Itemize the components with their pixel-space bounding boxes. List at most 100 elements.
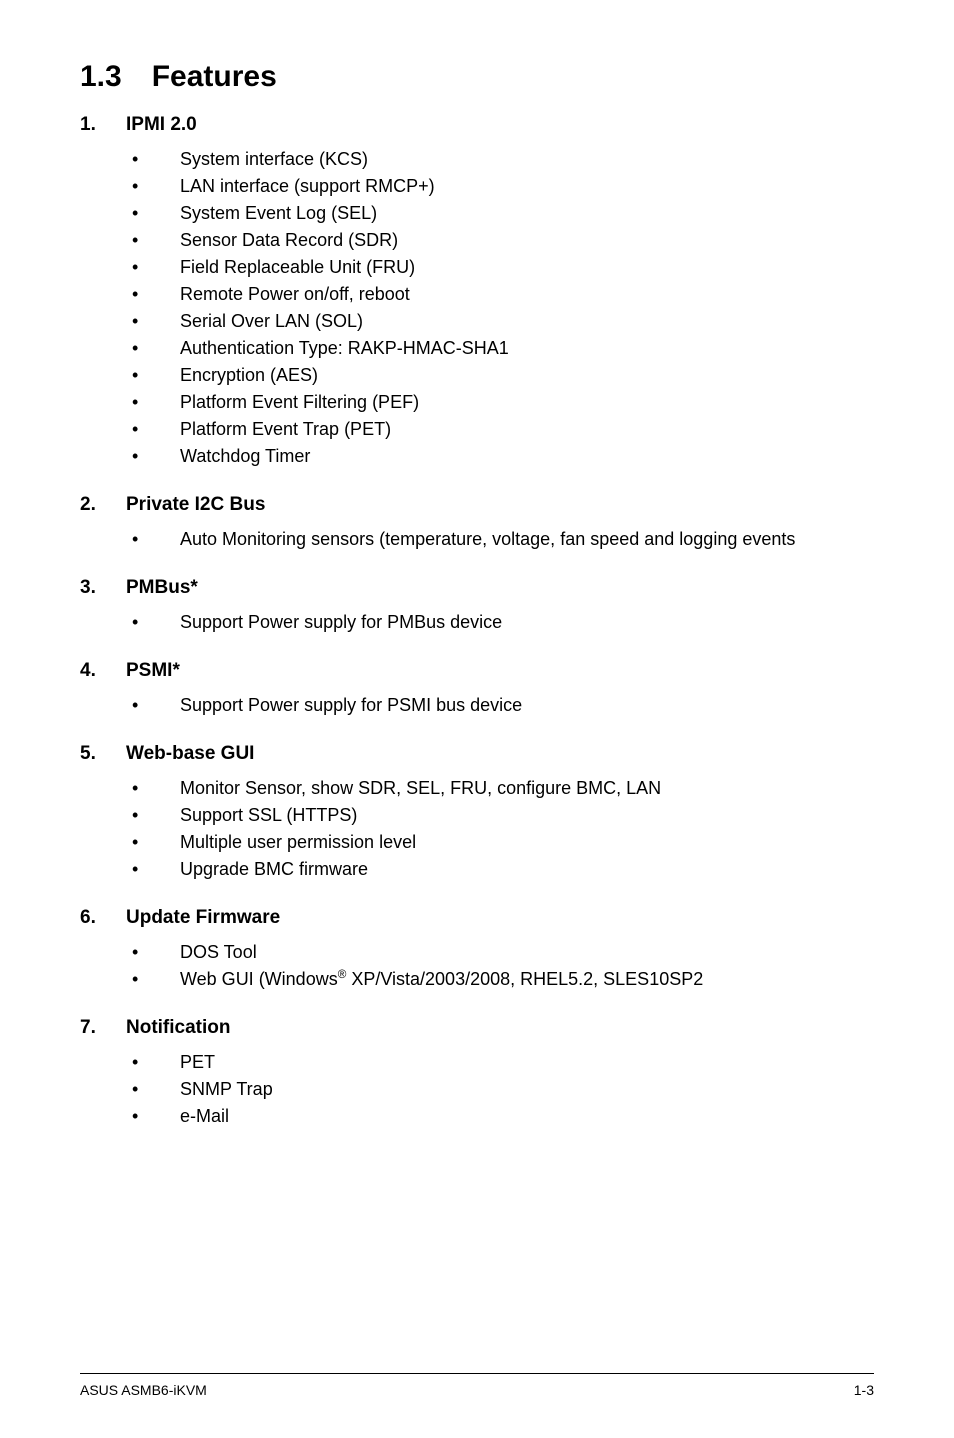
bullet-text: Support SSL (HTTPS) bbox=[180, 802, 874, 829]
features-list: 1.IPMI 2.0•System interface (KCS)•LAN in… bbox=[80, 114, 874, 1130]
section-number: 1.3 bbox=[80, 60, 122, 93]
feature-bullets: •PET•SNMP Trap•e-Mail bbox=[126, 1049, 874, 1130]
list-item: •DOS Tool bbox=[126, 939, 874, 966]
bullet-icon: • bbox=[126, 775, 180, 802]
bullet-icon: • bbox=[126, 856, 180, 883]
bullet-text: Serial Over LAN (SOL) bbox=[180, 308, 874, 335]
bullet-icon: • bbox=[126, 227, 180, 254]
list-item: •Support Power supply for PSMI bus devic… bbox=[126, 692, 874, 719]
feature-title: IPMI 2.0 bbox=[126, 114, 197, 136]
bullet-icon: • bbox=[126, 389, 180, 416]
bullet-text: Support Power supply for PMBus device bbox=[180, 609, 874, 636]
bullet-icon: • bbox=[126, 939, 180, 966]
footer-left: ASUS ASMB6-iKVM bbox=[80, 1382, 207, 1398]
bullet-text: Auto Monitoring sensors (temperature, vo… bbox=[180, 526, 874, 553]
list-item: •Encryption (AES) bbox=[126, 362, 874, 389]
list-item: •Upgrade BMC firmware bbox=[126, 856, 874, 883]
bullet-icon: • bbox=[126, 281, 180, 308]
bullet-icon: • bbox=[126, 692, 180, 719]
feature-bullets: •Monitor Sensor, show SDR, SEL, FRU, con… bbox=[126, 775, 874, 883]
bullet-text: Monitor Sensor, show SDR, SEL, FRU, conf… bbox=[180, 775, 874, 802]
feature-number: 3. bbox=[80, 577, 126, 599]
bullet-icon: • bbox=[126, 443, 180, 470]
feature-title: Private I2C Bus bbox=[126, 494, 265, 516]
bullet-icon: • bbox=[126, 526, 180, 553]
bullet-icon: • bbox=[126, 416, 180, 443]
bullet-text: Encryption (AES) bbox=[180, 362, 874, 389]
bullet-icon: • bbox=[126, 200, 180, 227]
bullet-text: Platform Event Trap (PET) bbox=[180, 416, 874, 443]
bullet-text: SNMP Trap bbox=[180, 1076, 874, 1103]
bullet-text: DOS Tool bbox=[180, 939, 874, 966]
bullet-text: Field Replaceable Unit (FRU) bbox=[180, 254, 874, 281]
bullet-icon: • bbox=[126, 254, 180, 281]
list-item: •Support SSL (HTTPS) bbox=[126, 802, 874, 829]
feature-number: 6. bbox=[80, 907, 126, 929]
list-item: •System interface (KCS) bbox=[126, 146, 874, 173]
bullet-text: e-Mail bbox=[180, 1103, 874, 1130]
feature-number: 1. bbox=[80, 114, 126, 136]
bullet-icon: • bbox=[126, 966, 180, 993]
list-item: •PET bbox=[126, 1049, 874, 1076]
feature-heading: 2.Private I2C Bus bbox=[80, 494, 874, 516]
feature-title: Update Firmware bbox=[126, 907, 280, 929]
bullet-text: System interface (KCS) bbox=[180, 146, 874, 173]
list-item: •Auto Monitoring sensors (temperature, v… bbox=[126, 526, 874, 553]
list-item: •Multiple user permission level bbox=[126, 829, 874, 856]
bullet-text: PET bbox=[180, 1049, 874, 1076]
feature-heading: 6.Update Firmware bbox=[80, 907, 874, 929]
list-item: •Sensor Data Record (SDR) bbox=[126, 227, 874, 254]
feature-bullets: •Auto Monitoring sensors (temperature, v… bbox=[126, 526, 874, 553]
bullet-text: Web GUI (Windows® XP/Vista/2003/2008, RH… bbox=[180, 966, 874, 993]
feature-heading: 1.IPMI 2.0 bbox=[80, 114, 874, 136]
feature-number: 4. bbox=[80, 660, 126, 682]
bullet-text: Upgrade BMC firmware bbox=[180, 856, 874, 883]
section-name: Features bbox=[152, 60, 277, 93]
list-item: •LAN interface (support RMCP+) bbox=[126, 173, 874, 200]
feature-number: 2. bbox=[80, 494, 126, 516]
feature-heading: 5.Web-base GUI bbox=[80, 743, 874, 765]
list-item: •Watchdog Timer bbox=[126, 443, 874, 470]
feature-number: 7. bbox=[80, 1017, 126, 1039]
bullet-icon: • bbox=[126, 609, 180, 636]
bullet-icon: • bbox=[126, 308, 180, 335]
list-item: •System Event Log (SEL) bbox=[126, 200, 874, 227]
bullet-text: Watchdog Timer bbox=[180, 443, 874, 470]
list-item: •Authentication Type: RAKP-HMAC-SHA1 bbox=[126, 335, 874, 362]
feature-title: Web-base GUI bbox=[126, 743, 254, 765]
bullet-text: System Event Log (SEL) bbox=[180, 200, 874, 227]
bullet-text: Authentication Type: RAKP-HMAC-SHA1 bbox=[180, 335, 874, 362]
bullet-icon: • bbox=[126, 1049, 180, 1076]
bullet-text: Platform Event Filtering (PEF) bbox=[180, 389, 874, 416]
list-item: •Platform Event Filtering (PEF) bbox=[126, 389, 874, 416]
feature-number: 5. bbox=[80, 743, 126, 765]
bullet-icon: • bbox=[126, 173, 180, 200]
list-item: •Field Replaceable Unit (FRU) bbox=[126, 254, 874, 281]
bullet-icon: • bbox=[126, 1076, 180, 1103]
list-item: •Remote Power on/off, reboot bbox=[126, 281, 874, 308]
bullet-icon: • bbox=[126, 146, 180, 173]
bullet-text: Support Power supply for PSMI bus device bbox=[180, 692, 874, 719]
feature-heading: 7.Notification bbox=[80, 1017, 874, 1039]
feature-heading: 3.PMBus* bbox=[80, 577, 874, 599]
list-item: •Serial Over LAN (SOL) bbox=[126, 308, 874, 335]
bullet-icon: • bbox=[126, 1103, 180, 1130]
list-item: •Monitor Sensor, show SDR, SEL, FRU, con… bbox=[126, 775, 874, 802]
bullet-text: LAN interface (support RMCP+) bbox=[180, 173, 874, 200]
page-footer: ASUS ASMB6-iKVM 1-3 bbox=[80, 1373, 874, 1398]
section-title: 1.3 Features bbox=[80, 60, 874, 94]
bullet-text: Remote Power on/off, reboot bbox=[180, 281, 874, 308]
footer-right: 1-3 bbox=[854, 1382, 874, 1398]
registered-icon: ® bbox=[338, 968, 347, 981]
feature-heading: 4.PSMI* bbox=[80, 660, 874, 682]
bullet-text: Sensor Data Record (SDR) bbox=[180, 227, 874, 254]
bullet-icon: • bbox=[126, 829, 180, 856]
feature-bullets: •Support Power supply for PMBus device bbox=[126, 609, 874, 636]
feature-bullets: •Support Power supply for PSMI bus devic… bbox=[126, 692, 874, 719]
feature-title: Notification bbox=[126, 1017, 231, 1039]
list-item: •Platform Event Trap (PET) bbox=[126, 416, 874, 443]
bullet-text: Multiple user permission level bbox=[180, 829, 874, 856]
list-item: •Support Power supply for PMBus device bbox=[126, 609, 874, 636]
feature-bullets: •DOS Tool•Web GUI (Windows® XP/Vista/200… bbox=[126, 939, 874, 993]
feature-title: PSMI* bbox=[126, 660, 180, 682]
